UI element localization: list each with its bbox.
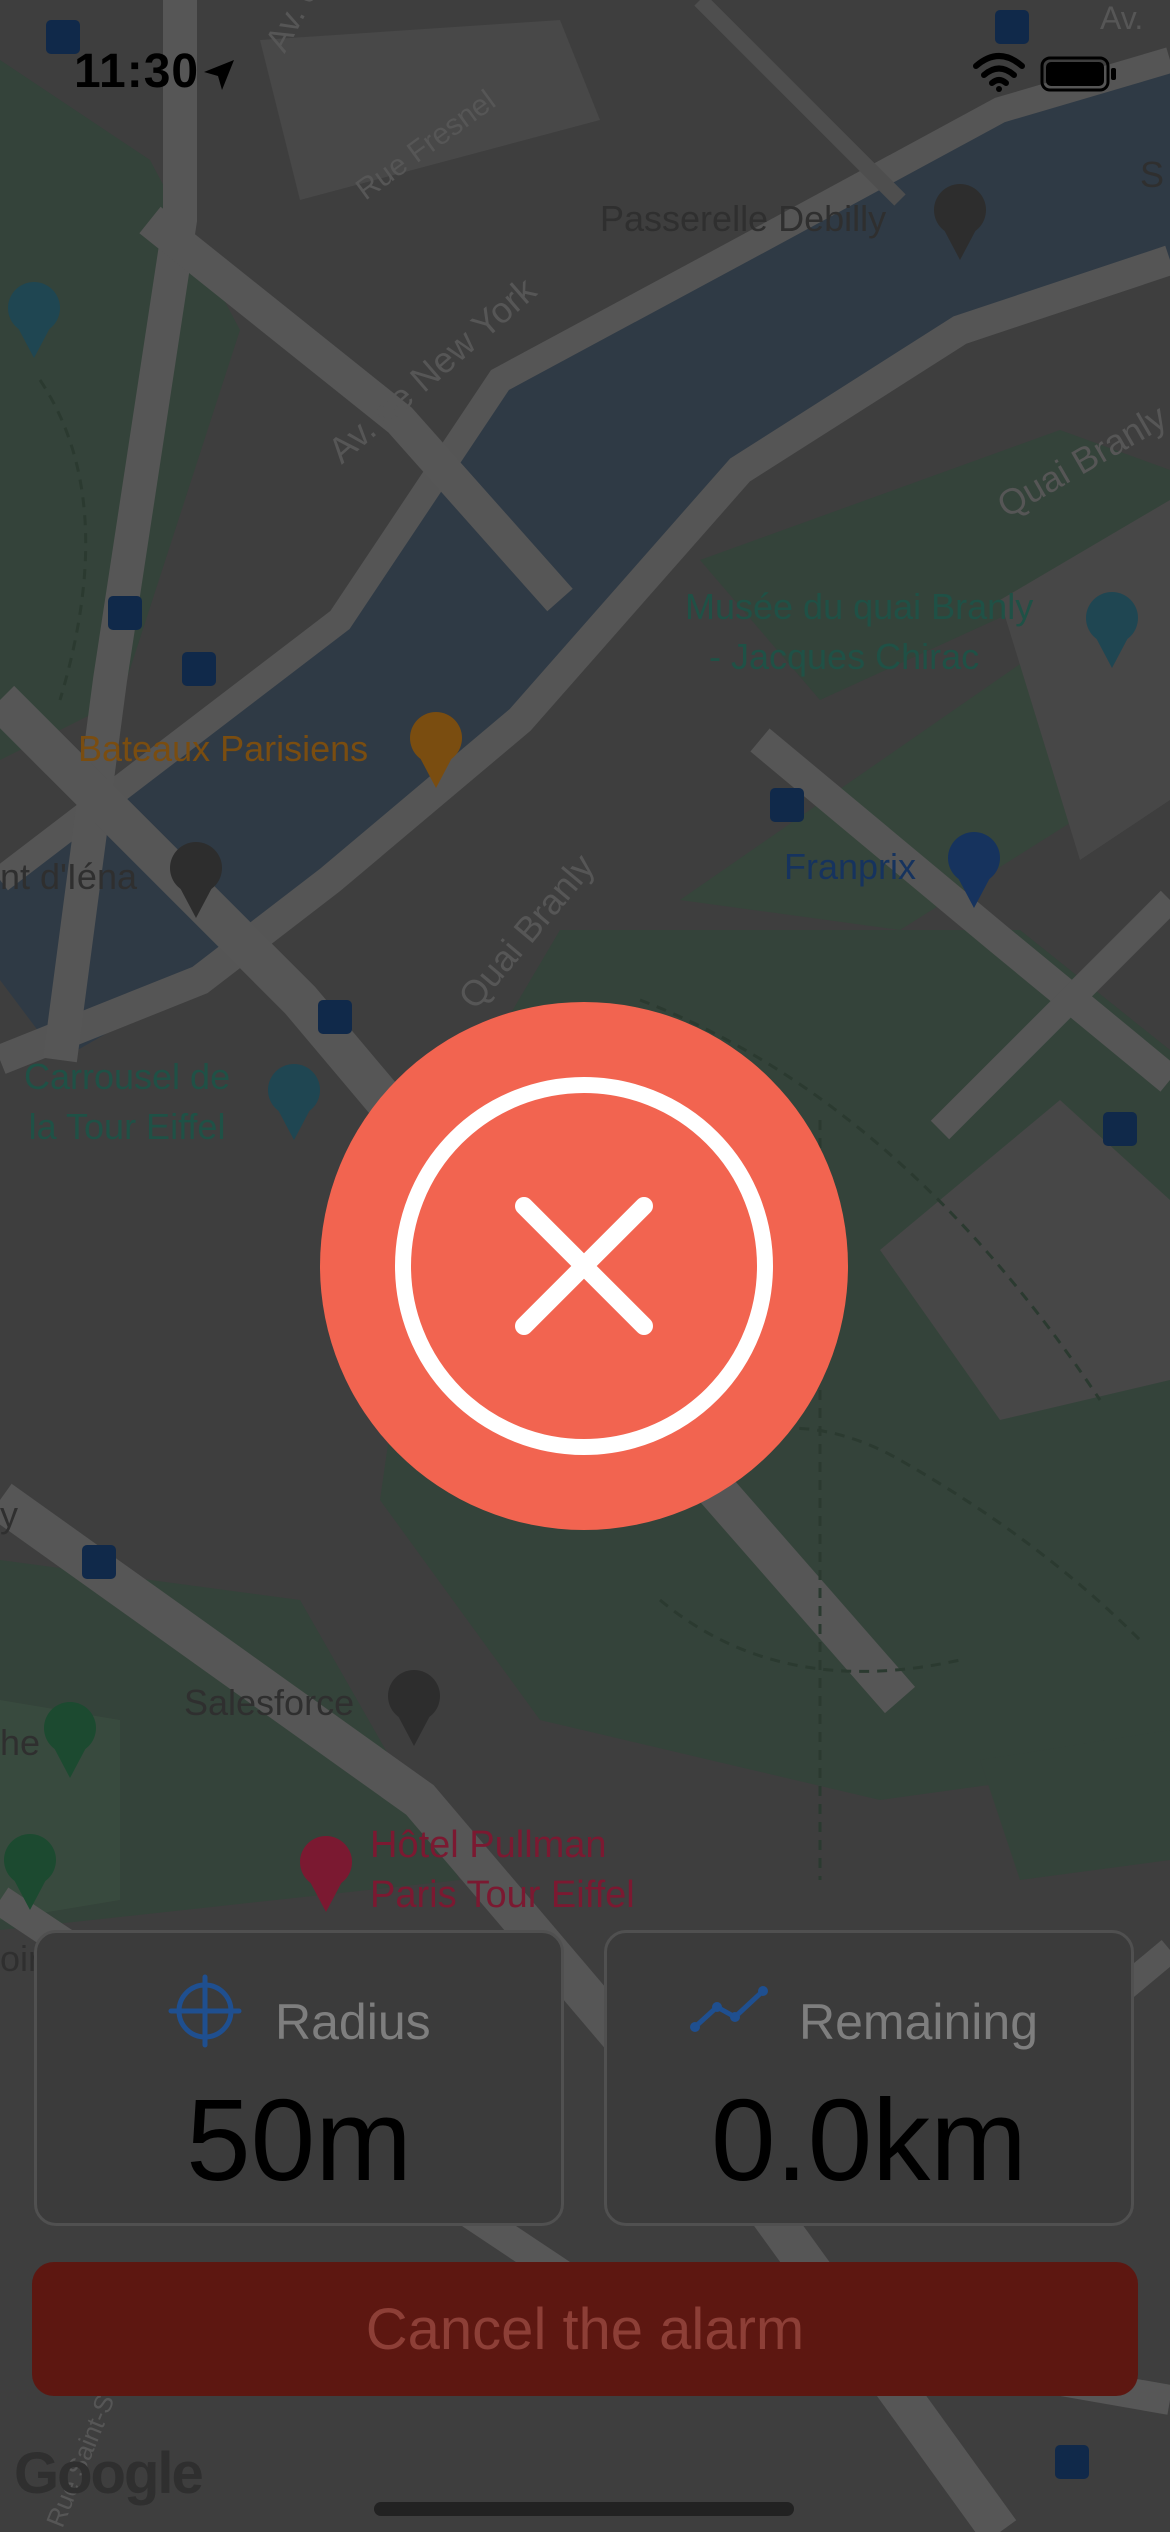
poi-edge-s: S — [1140, 154, 1165, 195]
location-arrow-icon — [204, 60, 234, 90]
close-circle-icon — [395, 1077, 773, 1455]
home-indicator[interactable] — [374, 2502, 794, 2516]
poi-musee-line1: Musée du quai Branly — [685, 586, 1034, 627]
poi-salesforce[interactable]: Salesforce — [184, 1682, 354, 1724]
google-logo[interactable]: Google — [14, 2440, 204, 2507]
radius-card: Radius 50m — [34, 1930, 564, 2226]
radius-label: Radius — [275, 1994, 431, 2050]
poi-edge-he: he — [0, 1722, 41, 1763]
remaining-value: 0.0km — [711, 2075, 1027, 2205]
poi-hotel-line2: Paris Tour Eiffel — [370, 1874, 635, 1916]
poi-bateaux-parisiens[interactable]: Bateaux Parisiens — [78, 728, 368, 770]
poi-carrousel-line2: la Tour Eiffel — [28, 1106, 226, 1147]
poi-carrousel-tour-eiffel[interactable]: Carrousel de la Tour Eiffel — [24, 1052, 230, 1152]
radius-value: 50m — [186, 2075, 412, 2205]
poi-pont-iena[interactable]: nt d'Iéna — [0, 856, 137, 898]
wifi-icon — [973, 53, 1025, 92]
trend-line-icon — [690, 1986, 768, 2032]
cancel-alarm-button[interactable]: Cancel the alarm — [32, 2262, 1138, 2396]
poi-franprix[interactable]: Franprix — [784, 846, 916, 888]
poi-musee-line2: - Jacques Chirac — [709, 636, 980, 677]
remaining-card: Remaining 0.0km — [604, 1930, 1134, 2226]
status-time: 11:30 — [74, 45, 200, 98]
battery-icon — [1040, 56, 1116, 92]
poi-hotel-pullman[interactable]: Hôtel Pullman Paris Tour Eiffel — [370, 1820, 635, 1920]
alarm-status-close-button[interactable] — [320, 1002, 848, 1530]
poi-hotel-line1: Hôtel Pullman — [370, 1824, 607, 1866]
poi-passerelle-debilly[interactable]: Passerelle Debilly — [600, 198, 886, 240]
crosshair-icon — [168, 1974, 242, 2048]
status-bar: 11:30 — [0, 0, 1170, 140]
poi-edge-y: y — [0, 1494, 18, 1535]
remaining-label: Remaining — [799, 1994, 1039, 2050]
poi-musee-quai-branly[interactable]: Musée du quai Branly - Jacques Chirac — [685, 582, 1033, 682]
poi-carrousel-line1: Carrousel de — [24, 1056, 231, 1097]
